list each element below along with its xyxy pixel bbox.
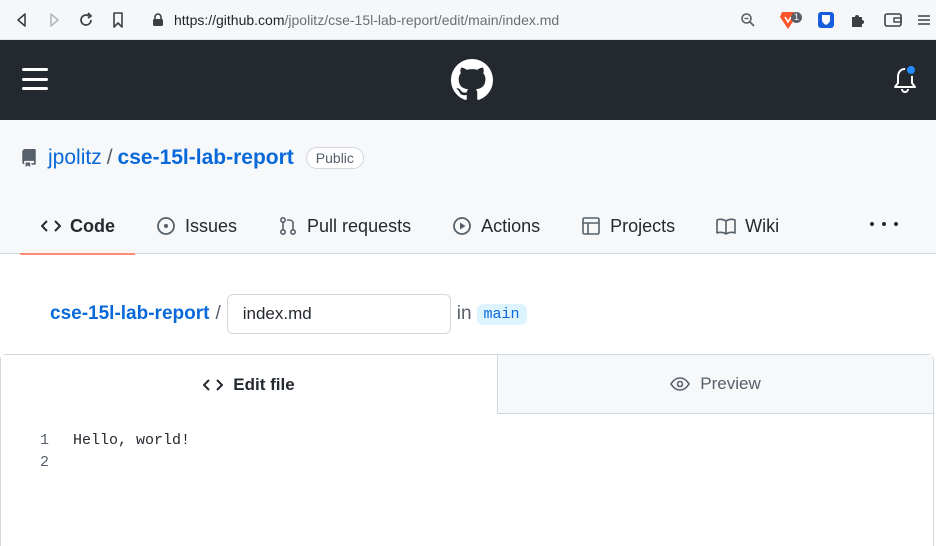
back-button[interactable] (12, 10, 32, 30)
reload-button[interactable] (76, 10, 96, 30)
tab-actions[interactable]: Actions (431, 198, 560, 254)
repo-name-link[interactable]: cse-15l-lab-report (118, 146, 294, 170)
wallet-icon (884, 13, 902, 27)
breadcrumb-repo-link[interactable]: cse-15l-lab-report (50, 303, 209, 325)
github-header (0, 40, 936, 120)
code-icon (203, 378, 224, 392)
browser-menu-button[interactable] (914, 10, 934, 30)
branch-badge: main (476, 303, 527, 325)
tab-projects[interactable]: Projects (560, 198, 695, 254)
visibility-badge: Public (305, 147, 364, 169)
tab-issues[interactable]: Issues (135, 198, 257, 254)
line-number: 1 (39, 431, 49, 449)
url-text: https://github.com/jpolitz/cse-15l-lab-r… (174, 12, 559, 28)
line-number: 2 (39, 453, 49, 471)
forward-icon (50, 13, 59, 27)
repo-separator: / (106, 146, 113, 169)
line-content[interactable]: Hello, world! (73, 432, 190, 449)
table-icon (580, 215, 602, 237)
wallet-button[interactable] (883, 10, 903, 30)
address-bar[interactable]: https://github.com/jpolitz/cse-15l-lab-r… (140, 6, 770, 34)
bookmark-icon (113, 12, 123, 28)
file-path-row: cse-15l-lab-report / in main (50, 294, 527, 334)
tab-edit-file[interactable]: Edit file (1, 355, 498, 414)
tab-pull-requests[interactable]: Pull requests (257, 198, 431, 254)
repo-header: jpolitz / cse-15l-lab-report Public Code… (0, 120, 936, 255)
puzzle-icon (852, 15, 864, 27)
bitwarden-shield-icon (818, 12, 834, 28)
repo-nav-tabs: Code Issues Pull requests Actions Projec… (20, 198, 799, 255)
tab-code[interactable]: Code (20, 198, 135, 255)
url-path: /jpolitz/cse-15l-lab-report/edit/main/in… (284, 12, 560, 28)
zoom-icon (741, 13, 755, 27)
bitwarden-button[interactable] (816, 10, 836, 30)
brave-shields-button[interactable]: 1 (778, 10, 803, 30)
brave-badge: 1 (791, 12, 803, 23)
browser-toolbar: https://github.com/jpolitz/cse-15l-lab-r… (0, 0, 936, 40)
tab-actions-label: Actions (481, 215, 541, 236)
editor-tabs: Edit file Preview (1, 355, 933, 414)
git-pull-request-icon (277, 215, 299, 237)
tab-pull-requests-label: Pull requests (307, 215, 412, 236)
tab-wiki[interactable]: Wiki (695, 198, 799, 254)
tab-projects-label: Projects (610, 215, 676, 236)
tab-wiki-label: Wiki (745, 215, 780, 236)
forward-button[interactable] (44, 10, 64, 30)
in-label: in (456, 303, 472, 324)
notification-indicator (905, 64, 917, 76)
url-host: https://github.com (174, 12, 285, 28)
book-icon (715, 215, 737, 237)
issue-opened-icon (155, 215, 177, 237)
code-line: 2 (1, 451, 190, 473)
menu-icon (918, 15, 930, 25)
play-icon (451, 215, 473, 237)
lock-icon (153, 13, 163, 26)
back-icon (17, 13, 26, 27)
code-line: 1 Hello, world! (1, 429, 190, 451)
extensions-button[interactable] (848, 10, 868, 30)
code-icon (40, 215, 62, 237)
zoom-button[interactable] (738, 10, 758, 30)
filename-input[interactable] (226, 294, 451, 334)
tab-code-label: Code (70, 215, 115, 236)
hamburger-menu-button[interactable] (22, 68, 48, 90)
repo-owner-link[interactable]: jpolitz (48, 146, 102, 170)
tab-edit-file-label: Edit file (233, 374, 295, 394)
repo-icon (22, 149, 36, 167)
more-tabs-button[interactable] (870, 220, 898, 228)
breadcrumb-separator: / (215, 303, 221, 324)
eye-icon (670, 377, 691, 391)
code-editor-area[interactable]: 1 Hello, world! 2 (1, 429, 190, 473)
tab-preview[interactable]: Preview (498, 355, 933, 414)
file-editor: Edit file Preview 1 Hello, world! 2 (0, 354, 934, 546)
github-logo-icon[interactable] (451, 59, 493, 101)
tab-issues-label: Issues (185, 215, 238, 236)
reload-icon (80, 12, 93, 26)
bookmark-button[interactable] (108, 10, 128, 30)
repo-title: jpolitz / cse-15l-lab-report Public (20, 144, 364, 172)
tab-preview-label: Preview (700, 374, 761, 393)
